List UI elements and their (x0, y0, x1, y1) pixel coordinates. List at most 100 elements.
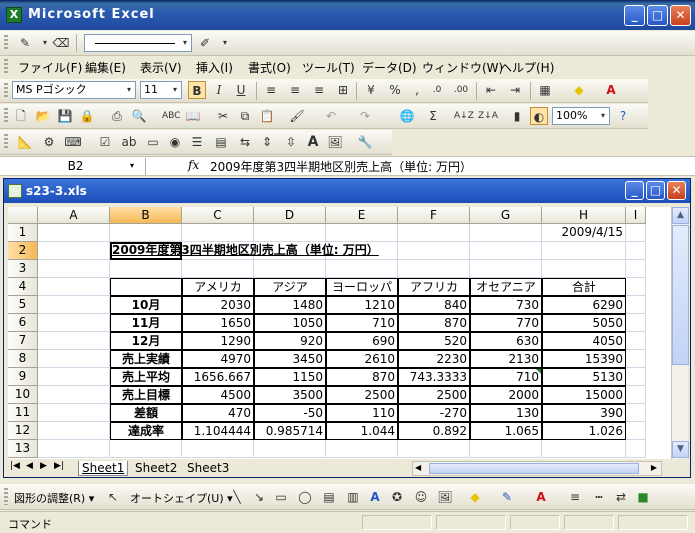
scroll-right-button[interactable]: ▶ (651, 463, 657, 472)
line-style-icon[interactable]: ≡ (566, 488, 584, 506)
table-cell[interactable]: 4970 (182, 350, 254, 368)
font-size-select[interactable]: 11 ▾ (140, 81, 182, 99)
table-cell[interactable]: 690 (326, 332, 398, 350)
cell[interactable] (398, 440, 470, 458)
table-cell[interactable]: 710 (470, 368, 542, 386)
open-icon[interactable]: 📂 (34, 107, 52, 125)
cell[interactable] (182, 440, 254, 458)
shadow-icon[interactable]: ■ (634, 488, 652, 506)
row-header-5[interactable]: 5 (8, 296, 38, 314)
table-cell[interactable]: 130 (470, 404, 542, 422)
column-header-f[interactable]: F (398, 207, 470, 224)
workbook-restore-button[interactable]: □ (646, 181, 665, 200)
arrow-icon[interactable]: ↘ (250, 488, 268, 506)
cell[interactable] (626, 314, 646, 332)
sort-ascending-icon[interactable]: A↓Z (454, 107, 474, 125)
cell[interactable] (626, 332, 646, 350)
select-all-corner[interactable] (8, 207, 38, 224)
table-cell[interactable]: 2500 (398, 386, 470, 404)
cell[interactable] (254, 440, 326, 458)
table-header-cell[interactable]: アフリカ (398, 278, 470, 296)
table-cell[interactable]: 840 (398, 296, 470, 314)
currency-icon[interactable]: ¥ (362, 81, 380, 99)
tab-first-button[interactable]: |◀ (10, 461, 20, 471)
table-cell[interactable]: 520 (398, 332, 470, 350)
increase-decimal-icon[interactable]: .0 (428, 81, 446, 99)
cell[interactable] (470, 260, 542, 278)
tab-last-button[interactable]: ▶| (54, 461, 64, 471)
help-icon[interactable]: ? (614, 107, 632, 125)
cell[interactable] (542, 440, 626, 458)
workbook-title-bar[interactable]: s23-3.xls _ □ ✕ (4, 179, 690, 203)
line-icon[interactable]: ╲ (228, 488, 246, 506)
row-header-3[interactable]: 3 (8, 260, 38, 278)
cell[interactable] (38, 368, 110, 386)
table-cell[interactable]: 1.044 (326, 422, 398, 440)
table-cell[interactable]: 730 (470, 296, 542, 314)
drawing-icon[interactable]: ◐ (530, 107, 548, 125)
table-header-cell[interactable]: ヨーロッパ (326, 278, 398, 296)
command-button-icon[interactable]: ▭ (144, 133, 162, 151)
cell[interactable] (254, 260, 326, 278)
textbox-icon[interactable]: ▤ (320, 488, 338, 506)
align-right-icon[interactable]: ≡ (310, 81, 328, 99)
cell[interactable] (470, 224, 542, 242)
scroll-up-button[interactable]: ▲ (672, 207, 689, 224)
adjust-menu[interactable]: 図形の調整(R) ▾ (14, 490, 94, 506)
table-cell[interactable]: 5050 (542, 314, 626, 332)
cell[interactable] (38, 422, 110, 440)
sheet-icon[interactable] (8, 184, 22, 198)
cell[interactable] (38, 404, 110, 422)
cell[interactable] (626, 440, 646, 458)
row-header-9[interactable]: 9 (8, 368, 38, 386)
cell[interactable] (398, 260, 470, 278)
cut-icon[interactable]: ✂ (214, 107, 232, 125)
tab-sheet1[interactable]: Sheet1 (78, 461, 129, 476)
table-cell[interactable]: 6290 (542, 296, 626, 314)
table-row-label[interactable]: 売上目標 (110, 386, 182, 404)
menu-data[interactable]: データ(D) (362, 59, 417, 76)
table-cell[interactable]: 4050 (542, 332, 626, 350)
scroll-left-button[interactable]: ◀ (415, 463, 421, 472)
table-cell[interactable]: 2610 (326, 350, 398, 368)
table-cell[interactable]: 2500 (326, 386, 398, 404)
redo-icon[interactable]: ↷ (356, 107, 374, 125)
table-cell[interactable]: 4500 (182, 386, 254, 404)
tab-sheet2[interactable]: Sheet2 (132, 461, 180, 476)
oval-icon[interactable]: ◯ (296, 488, 314, 506)
align-center-icon[interactable]: ≡ (286, 81, 304, 99)
table-cell[interactable]: 110 (326, 404, 398, 422)
table-corner-cell[interactable] (110, 278, 182, 296)
toggle-button-icon[interactable]: ⇆ (236, 133, 254, 151)
chevron-down-icon[interactable]: ▾ (130, 161, 134, 170)
table-cell[interactable]: 920 (254, 332, 326, 350)
table-cell[interactable]: 2130 (470, 350, 542, 368)
row-header-11[interactable]: 11 (8, 404, 38, 422)
toolbar-grip[interactable] (4, 35, 8, 51)
table-cell[interactable]: 470 (182, 404, 254, 422)
font-name-select[interactable]: MS Pゴシック ▾ (12, 81, 136, 99)
indent-icon[interactable]: ⇥ (506, 81, 524, 99)
pen-color-icon[interactable]: ✐ (196, 34, 214, 52)
function-icon[interactable]: fx (188, 158, 199, 172)
print-icon[interactable]: ⎙ (108, 107, 126, 125)
cell[interactable] (542, 260, 626, 278)
save-icon[interactable]: 💾 (56, 107, 74, 125)
cell[interactable] (38, 242, 110, 260)
spreadsheet-grid[interactable]: A B C D E F G H I 1 2 3 4 5 6 7 8 9 10 11 12 13 2009/4/15 2009年… (8, 207, 671, 459)
table-header-cell[interactable]: オセアニア (470, 278, 542, 296)
table-cell[interactable]: 743.3333 (398, 368, 470, 386)
table-cell[interactable]: 1656.667 (182, 368, 254, 386)
option-button-icon[interactable]: ◉ (166, 133, 184, 151)
menu-insert[interactable]: 挿入(I) (196, 59, 233, 76)
cell-date[interactable]: 2009/4/15 (542, 224, 626, 242)
rectangle-icon[interactable]: ▭ (272, 488, 290, 506)
table-row-label[interactable]: 11月 (110, 314, 182, 332)
cell[interactable] (254, 224, 326, 242)
column-header-i[interactable]: I (626, 207, 646, 224)
zoom-select[interactable]: 100% ▾ (552, 107, 610, 125)
fill-color-icon[interactable]: ◆ (466, 488, 484, 506)
cell[interactable] (626, 224, 646, 242)
row-header-12[interactable]: 12 (8, 422, 38, 440)
font-color-icon[interactable]: A (602, 81, 620, 99)
